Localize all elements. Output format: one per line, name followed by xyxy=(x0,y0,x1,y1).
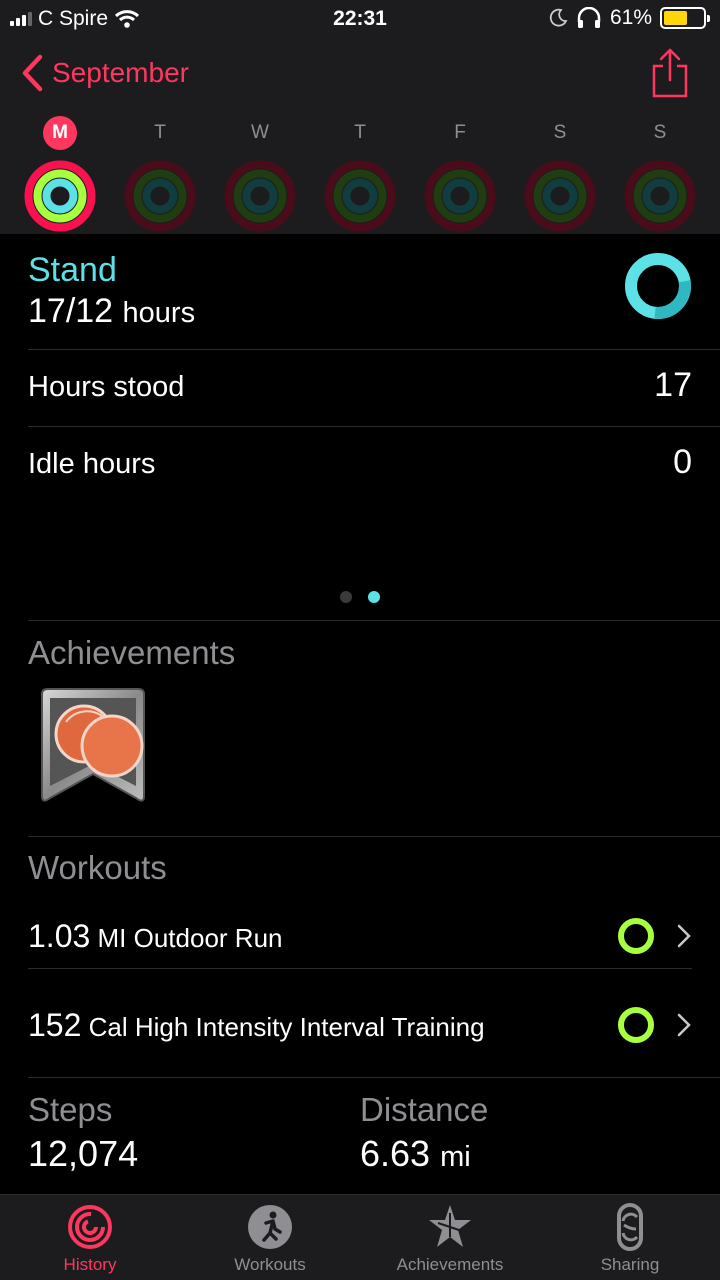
ring xyxy=(42,178,78,214)
day-6[interactable]: S xyxy=(620,116,700,232)
divider xyxy=(28,620,720,621)
headphones-icon xyxy=(577,7,601,28)
day-label: T xyxy=(354,122,366,143)
day-label: F xyxy=(454,122,466,143)
day-2[interactable]: W xyxy=(220,116,300,232)
status-right: 61% xyxy=(548,6,710,30)
week-strip: MTWTFSS xyxy=(0,116,720,232)
nav-bar: September xyxy=(0,48,720,100)
workout-row[interactable]: 1.03 MI Outdoor Run xyxy=(28,914,692,958)
battery-icon xyxy=(660,7,710,29)
achievements-title: Achievements xyxy=(28,634,236,671)
tab-bar: History Workouts Achievements Sharing xyxy=(0,1194,720,1280)
achievement-badge-icon[interactable] xyxy=(38,688,148,806)
activity-rings-icon xyxy=(524,160,596,232)
workout-text: 1.03 MI Outdoor Run xyxy=(28,918,616,955)
activity-rings-icon xyxy=(224,160,296,232)
workout-text: 152 Cal High Intensity Interval Training xyxy=(28,1007,616,1044)
tab-label: Sharing xyxy=(600,1255,660,1274)
battery-fill xyxy=(664,11,688,25)
workout-value: 1.03 xyxy=(28,917,91,954)
day-5[interactable]: S xyxy=(520,116,600,232)
day-label: M xyxy=(43,116,77,150)
stand-count: 17/12 xyxy=(28,292,114,330)
steps-value: 12,074 xyxy=(28,1133,139,1174)
tab-label: Workouts xyxy=(234,1255,306,1274)
steps-label: Steps xyxy=(28,1091,113,1128)
ring xyxy=(142,178,178,214)
day-label: W xyxy=(251,122,269,143)
activity-rings-icon xyxy=(424,160,496,232)
workout-value: 152 xyxy=(28,1006,82,1043)
achievements-icon xyxy=(429,1205,471,1247)
distance-number: 6.63 xyxy=(360,1133,431,1174)
day-4[interactable]: F xyxy=(420,116,500,232)
page-dot xyxy=(340,591,352,603)
chevron-right-icon xyxy=(677,924,691,948)
workout-name: MI Outdoor Run xyxy=(97,922,283,953)
ring xyxy=(442,178,478,214)
moon-icon xyxy=(549,8,568,27)
idle-hours-label: Idle hours xyxy=(28,448,156,480)
idle-hours-value: 0 xyxy=(673,443,692,481)
ring xyxy=(342,178,378,214)
workouts-icon xyxy=(248,1205,292,1249)
distance-stat: Distance 6.63 mi xyxy=(360,1091,488,1175)
sharing-icon xyxy=(617,1203,643,1251)
chevron-right-icon xyxy=(677,1013,691,1037)
activity-rings-icon xyxy=(124,160,196,232)
hours-stood-value: 17 xyxy=(654,366,692,404)
divider xyxy=(28,968,692,969)
history-icon xyxy=(68,1205,112,1249)
back-label: September xyxy=(52,57,189,88)
tab-label: Achievements xyxy=(396,1255,504,1274)
workout-name: Cal High Intensity Interval Training xyxy=(88,1011,485,1042)
day-1[interactable]: T xyxy=(120,116,200,232)
ring xyxy=(642,178,678,214)
distance-unit: mi xyxy=(440,1141,471,1173)
hours-stood-label: Hours stood xyxy=(28,371,185,403)
divider xyxy=(28,836,720,837)
stand-title: Stand xyxy=(28,251,117,289)
hours-stood-row: Hours stood 17 xyxy=(28,366,692,405)
day-label: T xyxy=(154,122,166,143)
divider xyxy=(28,426,720,427)
stand-value: 17/12 hours xyxy=(28,292,195,331)
tab-history[interactable]: History xyxy=(0,1203,180,1275)
page-dot-active xyxy=(368,591,380,603)
exercise-ring-icon xyxy=(618,918,654,954)
tab-achievements[interactable]: Achievements xyxy=(360,1203,540,1275)
activity-rings-icon xyxy=(24,160,96,232)
ring xyxy=(242,178,278,214)
page-indicator[interactable] xyxy=(0,591,720,603)
header-area: C Spire 22:31 61% September M T W T F S … xyxy=(0,0,720,234)
idle-hours-row: Idle hours 0 xyxy=(28,443,692,482)
day-label: S xyxy=(553,122,567,143)
back-button[interactable]: September xyxy=(20,54,189,92)
divider xyxy=(28,1077,720,1078)
ring xyxy=(542,178,578,214)
divider xyxy=(28,349,720,350)
day-0[interactable]: M xyxy=(20,116,100,232)
tab-sharing[interactable]: Sharing xyxy=(540,1203,720,1275)
exercise-ring-icon xyxy=(618,1007,654,1043)
battery-percent: 61% xyxy=(609,6,652,29)
distance-label: Distance xyxy=(360,1091,489,1128)
steps-stat: Steps 12,074 xyxy=(28,1091,138,1175)
workouts-title: Workouts xyxy=(28,849,167,886)
chevron-left-icon xyxy=(22,54,43,92)
workout-row[interactable]: 152 Cal High Intensity Interval Training xyxy=(28,1003,692,1047)
activity-rings-icon xyxy=(624,160,696,232)
share-icon[interactable] xyxy=(650,48,690,100)
activity-rings-icon xyxy=(324,160,396,232)
stand-ring-icon xyxy=(625,253,691,319)
status-bar: C Spire 22:31 61% xyxy=(0,0,720,38)
day-label: S xyxy=(653,122,667,143)
tab-label: History xyxy=(63,1255,117,1274)
stand-unit: hours xyxy=(122,297,196,329)
day-3[interactable]: T xyxy=(320,116,400,232)
tab-workouts[interactable]: Workouts xyxy=(180,1203,360,1275)
distance-value: 6.63 mi xyxy=(360,1133,488,1175)
